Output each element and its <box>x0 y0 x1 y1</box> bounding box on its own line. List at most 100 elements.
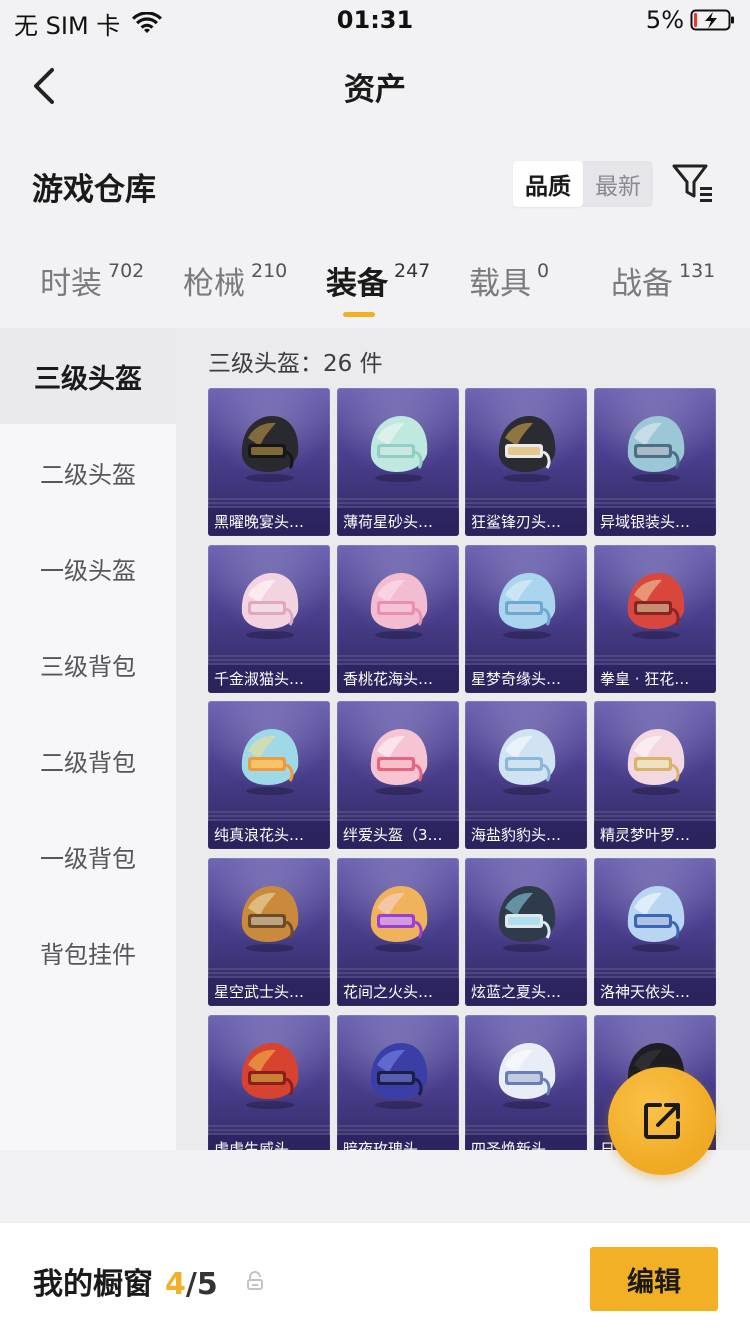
helmet-icon <box>498 886 556 952</box>
battery-charging-icon <box>690 9 734 31</box>
item-name: 千金淑猫头… <box>208 665 330 693</box>
helmet-icon <box>627 886 685 952</box>
filter-icon[interactable] <box>670 160 716 206</box>
tab-label: 装备 <box>326 266 388 302</box>
helmet-icon <box>241 573 299 639</box>
item-card[interactable]: 精灵梦叶罗… <box>594 701 716 849</box>
tab-count: 247 <box>394 260 431 282</box>
item-card[interactable]: 绊爱头盔（3… <box>337 701 459 849</box>
tab-weapons[interactable]: 枪械 210 <box>183 258 287 303</box>
item-card[interactable]: 花间之火头… <box>337 858 459 1006</box>
item-card[interactable]: 香桃花海头… <box>337 545 459 693</box>
tab-count: 210 <box>251 260 288 282</box>
sidebar-item-level3-backpack[interactable]: 三级背包 <box>0 616 176 712</box>
battery-percent: 5% <box>645 6 684 34</box>
tab-supplies[interactable]: 战备 131 <box>611 258 715 303</box>
tab-count: 131 <box>679 260 716 282</box>
subcategory-sidebar: 三级头盔 二级头盔 一级头盔 三级背包 二级背包 一级背包 背包挂件 <box>0 328 176 1150</box>
helmet-icon <box>498 1043 556 1109</box>
lock-icon <box>247 1271 263 1290</box>
item-card[interactable]: 千金淑猫头… <box>208 545 330 693</box>
sort-toggle: 品质 最新 <box>513 161 653 207</box>
item-grid-panel: 三级头盔：26 件 黑曜晚宴头… 薄荷星砂头… 狂鲨锋刃头… 异域银装头… 千金淑猫头…… <box>176 328 750 1150</box>
tab-label: 时装 <box>40 266 102 302</box>
helmet-icon <box>370 1043 428 1109</box>
item-card[interactable]: 异域银装头… <box>594 388 716 536</box>
item-name: 洛神天依头… <box>594 978 716 1006</box>
item-card[interactable]: 纯真浪花头… <box>208 701 330 849</box>
sidebar-item-level2-backpack[interactable]: 二级背包 <box>0 712 176 808</box>
edit-showcase-button[interactable]: 编辑 <box>590 1247 718 1311</box>
tab-label: 战备 <box>611 266 673 302</box>
item-name: 炫蓝之夏头… <box>465 978 587 1006</box>
helmet-icon <box>241 886 299 952</box>
helmet-icon <box>370 729 428 795</box>
helmet-icon <box>241 1043 299 1109</box>
tab-fashion[interactable]: 时装 702 <box>40 258 144 303</box>
item-name: 狂鲨锋刃头… <box>465 508 587 536</box>
item-card[interactable]: 炫蓝之夏头… <box>465 858 587 1006</box>
item-card[interactable]: 狂鲨锋刃头… <box>465 388 587 536</box>
item-card[interactable]: 星空武士头… <box>208 858 330 1006</box>
assets-page: 无 SIM 卡 01:31 5% 资产 游戏仓库 品质 最新 时装 702 枪械… <box>0 0 750 1334</box>
warehouse-title: 游戏仓库 <box>32 172 156 208</box>
item-card[interactable]: 海盐豹豹头… <box>465 701 587 849</box>
item-name: 精灵梦叶罗… <box>594 821 716 849</box>
tab-vehicles[interactable]: 载具 0 <box>469 258 549 303</box>
item-name: 纯真浪花头… <box>208 821 330 849</box>
helmet-icon <box>370 886 428 952</box>
sort-quality-option[interactable]: 品质 <box>513 161 583 207</box>
item-card[interactable]: 四圣焕新头… <box>465 1015 587 1150</box>
sidebar-item-level1-backpack[interactable]: 一级背包 <box>0 808 176 904</box>
sidebar-item-backpack-pendant[interactable]: 背包挂件 <box>0 904 176 1000</box>
share-icon <box>644 1103 680 1139</box>
helmet-icon <box>370 416 428 482</box>
helmet-icon <box>241 729 299 795</box>
item-name: 绊爱头盔（3… <box>337 821 459 849</box>
item-card[interactable]: 拳皇 · 狂花… <box>594 545 716 693</box>
page-title: 资产 <box>344 72 406 108</box>
sidebar-item-level1-helmet[interactable]: 一级头盔 <box>0 520 176 616</box>
grid-count-title: 三级头盔：26 件 <box>208 351 383 377</box>
sort-newest-option[interactable]: 最新 <box>583 161 653 207</box>
status-right: 5% <box>646 6 736 34</box>
helmet-icon <box>498 729 556 795</box>
item-name: 虎虎生威头… <box>208 1135 330 1150</box>
item-card[interactable]: 薄荷星砂头… <box>337 388 459 536</box>
tab-label: 枪械 <box>183 266 245 302</box>
item-name: 海盐豹豹头… <box>465 821 587 849</box>
item-name: 星梦奇缘头… <box>465 665 587 693</box>
item-card[interactable]: 星梦奇缘头… <box>465 545 587 693</box>
item-name: 异域银装头… <box>594 508 716 536</box>
active-tab-indicator <box>343 312 375 317</box>
helmet-icon <box>498 416 556 482</box>
status-bar: 无 SIM 卡 01:31 5% <box>0 0 750 42</box>
sidebar-item-level2-helmet[interactable]: 二级头盔 <box>0 424 176 520</box>
showcase-current: 4 <box>165 1267 186 1302</box>
item-card[interactable]: 洛神天依头… <box>594 858 716 1006</box>
helmet-icon <box>370 573 428 639</box>
tab-count: 0 <box>537 260 550 282</box>
helmet-icon <box>627 729 685 795</box>
showcase-title: 我的橱窗 <box>33 1267 153 1302</box>
status-time: 01:31 <box>336 6 414 34</box>
item-name: 花间之火头… <box>337 978 459 1006</box>
item-card[interactable]: 虎虎生威头… <box>208 1015 330 1150</box>
showcase-label: 我的橱窗 4/5 <box>33 1259 218 1303</box>
showcase-bar: 我的橱窗 4/5 编辑 <box>0 1222 750 1334</box>
tab-label: 载具 <box>469 266 531 302</box>
helmet-icon <box>627 416 685 482</box>
item-name: 四圣焕新头… <box>465 1135 587 1150</box>
content-area: 三级头盔 二级头盔 一级头盔 三级背包 二级背包 一级背包 背包挂件 三级头盔：… <box>0 328 750 1150</box>
item-card[interactable]: 暗夜玫瑰头… <box>337 1015 459 1150</box>
item-name: 黑曜晚宴头… <box>208 508 330 536</box>
helmet-icon <box>627 573 685 639</box>
item-name: 薄荷星砂头… <box>337 508 459 536</box>
tab-equipment[interactable]: 装备 247 <box>326 258 430 303</box>
share-button[interactable] <box>608 1067 716 1175</box>
showcase-count: 4/5 <box>165 1267 218 1302</box>
helmet-icon <box>498 573 556 639</box>
item-name: 香桃花海头… <box>337 665 459 693</box>
item-card[interactable]: 黑曜晚宴头… <box>208 388 330 536</box>
sidebar-item-level3-helmet[interactable]: 三级头盔 <box>0 328 176 424</box>
